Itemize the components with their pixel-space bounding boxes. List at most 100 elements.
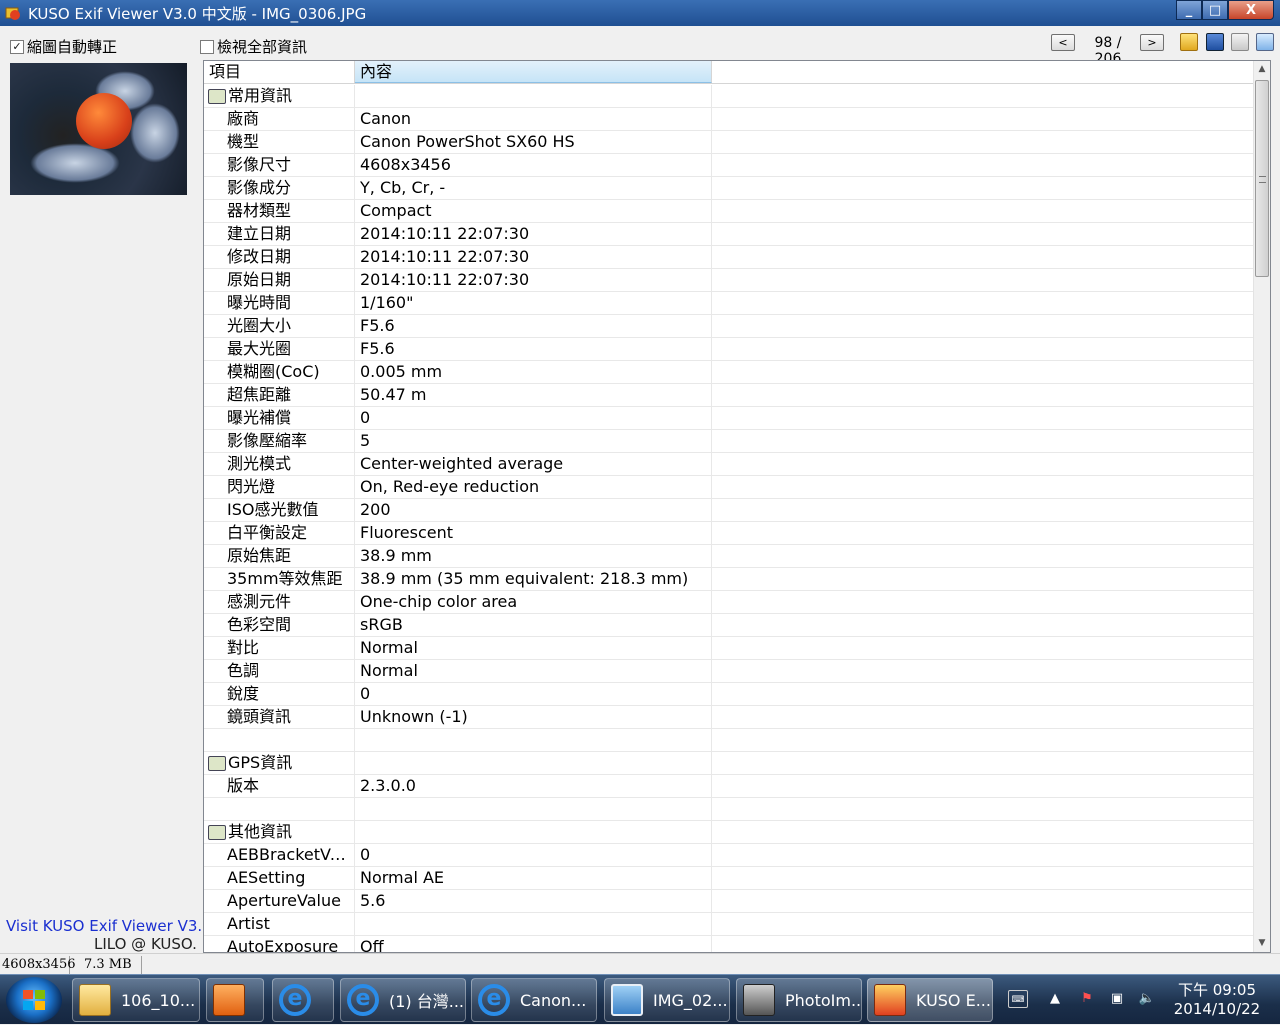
value-cell: 0 [355,407,712,429]
close-button[interactable]: X [1228,0,1274,20]
table-row[interactable]: 建立日期 2014:10:11 22:07:30 [204,223,1254,246]
item-cell [204,798,355,820]
taskbar-button[interactable]: e [272,978,334,1022]
table-row[interactable]: 廠商 Canon [204,108,1254,131]
item-cell: 色彩空間 [204,614,355,636]
taskbar-button[interactable]: e (1) 台灣... [340,978,466,1022]
auto-rotate-check-mark[interactable]: ✓ [10,39,24,54]
window-title: KUSO Exif Viewer V3.0 中文版 - IMG_0306.JPG [28,4,367,23]
table-row[interactable]: 版本 2.3.0.0 [204,775,1254,798]
prev-image-button[interactable]: < [1051,34,1075,51]
show-all-check-box[interactable] [200,39,214,54]
taskbar-button[interactable]: PhotoIm... [736,978,862,1022]
auto-rotate-label: 縮圖自動轉正 [27,38,118,56]
auto-rotate-checkbox[interactable]: ✓ 縮圖自動轉正 [10,36,117,57]
next-image-button[interactable]: > [1140,34,1164,51]
table-row[interactable]: 鏡頭資訊 Unknown (-1) [204,706,1254,729]
table-row[interactable]: 色彩空間 sRGB [204,614,1254,637]
table-row[interactable]: 色調 Normal [204,660,1254,683]
item-cell: 其他資訊 [204,821,355,843]
visit-link[interactable]: Visit KUSO Exif Viewer V3.0 [6,917,212,935]
info-settings-icon[interactable] [1256,33,1274,51]
table-row[interactable]: 閃光燈 On, Red-eye reduction [204,476,1254,499]
clock[interactable]: 下午 09:05 2014/10/22 [1170,981,1264,1019]
value-cell: F5.6 [355,338,712,360]
zoom-icon[interactable] [1231,33,1249,51]
scroll-thumb[interactable] [1255,80,1269,277]
table-row[interactable]: 銳度 0 [204,683,1254,706]
value-cell [355,729,712,751]
item-cell: 原始日期 [204,269,355,291]
table-row[interactable] [204,798,1254,821]
item-cell: 光圈大小 [204,315,355,337]
taskbar-button[interactable] [206,978,264,1022]
table-row[interactable]: ApertureValue 5.6 [204,890,1254,913]
image-thumbnail[interactable] [10,63,187,195]
table-row[interactable]: 白平衡設定 Fluorescent [204,522,1254,545]
minimize-button[interactable]: _ [1176,0,1202,20]
taskbar-button[interactable]: IMG_02... [604,978,730,1022]
table-row[interactable]: 模糊圈(CoC) 0.005 mm [204,361,1254,384]
table-row[interactable]: 修改日期 2014:10:11 22:07:30 [204,246,1254,269]
table-row[interactable]: 原始日期 2014:10:11 22:07:30 [204,269,1254,292]
table-row[interactable]: 對比 Normal [204,637,1254,660]
info-icon [208,88,226,104]
item-cell: Artist [204,913,355,935]
table-row[interactable]: 原始焦距 38.9 mm [204,545,1254,568]
taskbar-button[interactable]: e Canon... [471,978,597,1022]
value-cell [355,752,712,774]
open-folder-icon[interactable] [1180,33,1198,51]
taskbar-button[interactable]: 106_10... [72,978,200,1022]
save-icon[interactable] [1206,33,1224,51]
vertical-scrollbar[interactable]: ▲ ▼ [1253,61,1270,952]
group-label: GPS資訊 [228,753,293,772]
scroll-down-arrow-icon[interactable]: ▼ [1254,935,1270,952]
table-row[interactable]: 35mm等效焦距 38.9 mm (35 mm equivalent: 218.3… [204,568,1254,591]
table-row[interactable]: 曝光時間 1/160" [204,292,1254,315]
show-all-checkbox[interactable]: 檢視全部資訊 [200,36,307,57]
column-header-item[interactable]: 項目 [204,61,355,83]
table-row[interactable]: 感測元件 One-chip color area [204,591,1254,614]
table-row[interactable]: 光圈大小 F5.6 [204,315,1254,338]
table-row[interactable]: AutoExposure Off [204,936,1254,952]
keyboard-icon[interactable]: ⌨ [1008,990,1028,1008]
column-header-value[interactable]: 內容 [355,61,712,83]
table-row[interactable]: Artist [204,913,1254,936]
item-cell: 模糊圈(CoC) [204,361,355,383]
table-row[interactable]: 影像壓縮率 5 [204,430,1254,453]
scroll-up-arrow-icon[interactable]: ▲ [1254,61,1270,78]
start-button[interactable] [6,977,62,1023]
thumbnail-ice-shape [130,103,180,163]
item-cell: 機型 [204,131,355,153]
action-center-flag-icon[interactable]: ⚑ [1078,990,1096,1008]
title-bar: KUSO Exif Viewer V3.0 中文版 - IMG_0306.JPG… [0,0,1280,26]
group-label: 常用資訊 [228,86,293,105]
table-row[interactable]: 曝光補償 0 [204,407,1254,430]
group-row[interactable]: 其他資訊 [204,821,1254,844]
value-cell: Normal AE [355,867,712,889]
table-row[interactable]: 機型 Canon PowerShot SX60 HS [204,131,1254,154]
table-row[interactable]: 測光模式 Center-weighted average [204,453,1254,476]
table-row[interactable]: 影像成分 Y, Cb, Cr, - [204,177,1254,200]
table-row[interactable] [204,729,1254,752]
table-row[interactable]: AEBBracketValue 0 [204,844,1254,867]
app-icon[interactable] [4,4,22,22]
maximize-button[interactable]: □ [1202,0,1228,20]
network-icon[interactable]: ▣ [1108,990,1126,1008]
table-row[interactable]: ISO感光數值 200 [204,499,1254,522]
taskbar-button[interactable]: KUSO E... [867,978,993,1022]
thumbnail-ice-shape [30,143,120,183]
table-row[interactable]: 最大光圈 F5.6 [204,338,1254,361]
exif-list-view[interactable]: 項目 內容 常用資訊廠商 Canon 機型 Canon PowerShot SX60 … [203,60,1271,953]
item-cell: ISO感光數值 [204,499,355,521]
group-row[interactable]: 常用資訊 [204,85,1254,108]
media-player-icon [213,984,245,1016]
table-row[interactable]: AESetting Normal AE [204,867,1254,890]
table-row[interactable]: 器材類型 Compact [204,200,1254,223]
volume-icon[interactable]: 🔈 [1138,990,1156,1008]
group-row[interactable]: GPS資訊 [204,752,1254,775]
value-cell: Y, Cb, Cr, - [355,177,712,199]
table-row[interactable]: 影像尺寸 4608x3456 [204,154,1254,177]
table-row[interactable]: 超焦距離 50.47 m [204,384,1254,407]
show-hidden-icons-icon[interactable]: ▲ [1046,990,1064,1008]
